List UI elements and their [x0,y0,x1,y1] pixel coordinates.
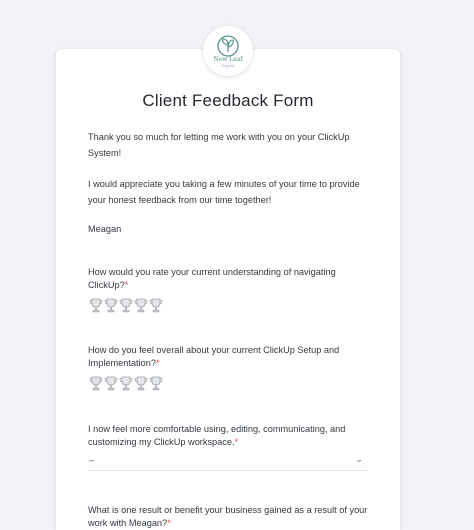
question-1: How would you rate your current understa… [88,266,373,292]
required-mark: * [167,518,171,528]
form-card: Client Feedback Form Thank you so much f… [56,49,400,530]
required-mark: * [234,437,239,447]
rating-1[interactable] [89,298,163,313]
trophy-icon[interactable] [134,376,148,391]
required-mark: * [124,280,129,290]
logo-subtext: Digital [221,62,235,68]
trophy-icon[interactable] [89,376,103,391]
question-4: What is one result or benefit your busin… [88,504,373,530]
trophy-icon[interactable] [149,376,163,391]
trophy-icon[interactable] [119,298,133,313]
question-4-text: What is one result or benefit your busin… [88,505,368,528]
intro-paragraph-2: I would appreciate you taking a few minu… [88,179,360,205]
trophy-icon[interactable] [134,298,148,313]
dropdown-field[interactable]: – ⌄ [88,451,367,471]
trophy-icon[interactable] [149,298,163,313]
question-2: How do you feel overall about your curre… [88,344,373,370]
leaf-icon [217,34,239,57]
chevron-down-icon[interactable]: ⌄ [355,454,363,465]
intro-paragraph-1: Thank you so much for letting me work wi… [88,132,350,158]
trophy-icon[interactable] [89,298,103,313]
trophy-icon[interactable] [104,298,118,313]
form-page: New Leaf Digital Client Feedback Form Th… [0,0,474,530]
question-2-text: How do you feel overall about your curre… [88,345,340,368]
trophy-icon[interactable] [104,376,118,391]
new-leaf-logo: New Leaf Digital [203,26,253,76]
rating-2[interactable] [89,376,163,391]
question-3-text: I now feel more comfortable using, editi… [88,424,346,447]
dropdown-value: – [89,455,95,465]
signature: Meagan [88,224,122,234]
trophy-icon[interactable] [119,376,133,391]
question-3: I now feel more comfortable using, editi… [88,423,373,449]
form-title: Client Feedback Form [142,91,314,110]
required-mark: * [155,358,160,368]
logo-text: New Leaf [213,55,243,63]
